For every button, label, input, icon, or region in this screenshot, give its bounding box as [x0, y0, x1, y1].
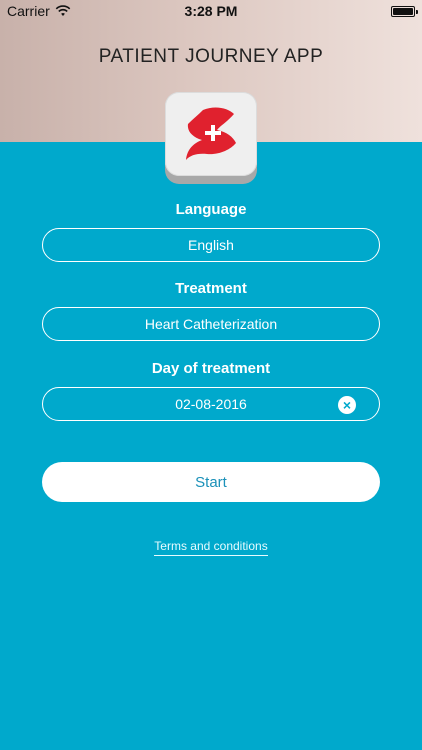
start-button[interactable]: Start: [42, 462, 380, 502]
status-time: 3:28 PM: [184, 3, 238, 19]
battery-icon: [391, 5, 418, 17]
treatment-value: Heart Catheterization: [144, 316, 278, 332]
clear-icon[interactable]: ×: [338, 396, 356, 414]
treatment-field[interactable]: Heart Catheterization: [42, 307, 380, 341]
app-logo: [165, 92, 257, 184]
day-of-treatment-field[interactable]: 02-08-2016 ×: [42, 387, 380, 421]
terms-link-wrapper: Terms and conditions: [0, 537, 422, 556]
day-of-treatment-label: Day of treatment: [151, 360, 271, 377]
status-bar: Carrier 3:28 PM: [0, 0, 422, 22]
app-logo-icon: [186, 107, 236, 160]
logo-tile: [165, 92, 257, 176]
start-label: Start: [195, 473, 227, 491]
page-title: PATIENT JOURNEY APP: [98, 46, 324, 67]
language-value: English: [188, 237, 234, 253]
language-label: Language: [175, 201, 247, 218]
day-of-treatment-value: 02-08-2016: [175, 396, 247, 412]
language-field[interactable]: English: [42, 228, 380, 262]
treatment-label: Treatment: [175, 280, 247, 297]
terms-link[interactable]: Terms and conditions: [154, 539, 268, 556]
